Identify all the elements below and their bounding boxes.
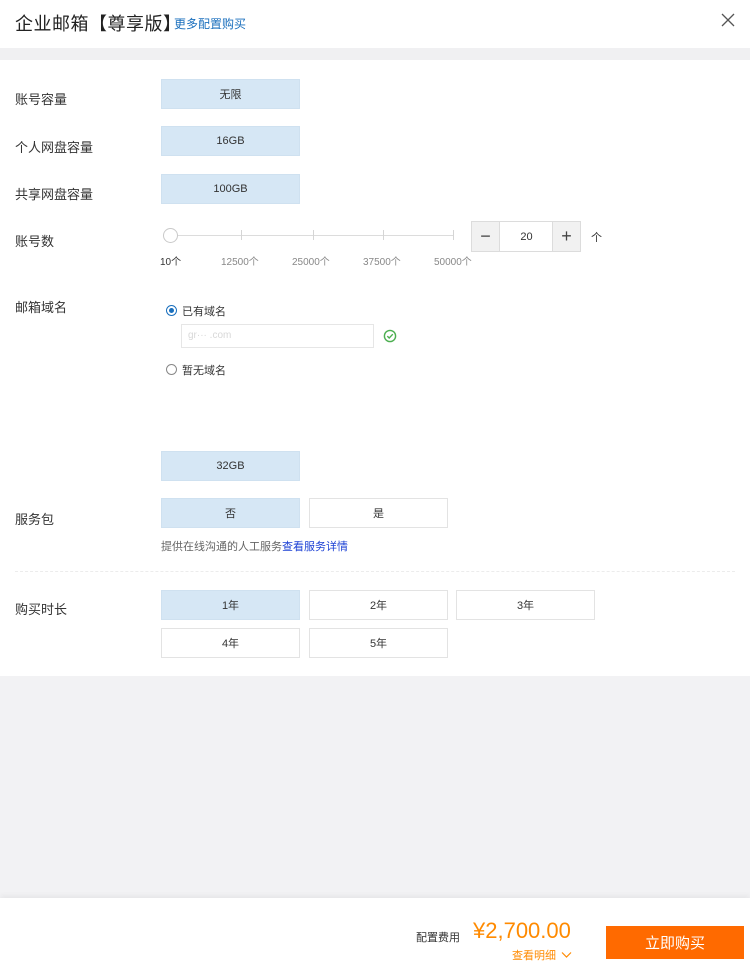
purchase-footer: 配置费用 ¥2,700.00 查看明细 立即购买	[0, 898, 750, 966]
slider-tick-label: 37500个	[363, 257, 401, 268]
slider-tick-label: 25000个	[292, 257, 330, 268]
slider-tick	[241, 230, 242, 240]
shared-disk-label: 共享网盘容量	[15, 187, 94, 202]
slider-thumb[interactable]	[163, 228, 178, 243]
no-domain-label[interactable]: 暂无域名	[182, 362, 226, 378]
account-count-value[interactable]: 20	[501, 222, 552, 251]
duration-label: 购买时长	[15, 602, 68, 617]
domain-label: 邮箱域名	[15, 300, 68, 315]
slider-tick-label: 12500个	[221, 257, 259, 268]
service-option-no[interactable]: 否	[161, 498, 300, 528]
slider-tick-label: 10个	[160, 257, 182, 268]
dialog-title: 企业邮箱【尊享版】	[15, 14, 182, 34]
have-domain-label[interactable]: 已有域名	[182, 303, 226, 319]
radio-no-domain[interactable]	[166, 364, 177, 375]
account-count-slider[interactable]	[163, 228, 455, 244]
service-option-yes[interactable]: 是	[309, 498, 448, 528]
increment-button[interactable]: +	[552, 222, 580, 251]
service-note-text: 提供在线沟通的人工服务	[161, 541, 282, 553]
decrement-button[interactable]: −	[472, 222, 500, 251]
personal-disk-option-16gb[interactable]: 16GB	[161, 126, 300, 156]
header-separator	[0, 48, 750, 60]
dialog-header: 企业邮箱【尊享版】 更多配置购买	[0, 0, 750, 48]
slider-tick-label: 50000个	[434, 257, 472, 268]
account-capacity-option-unlimited[interactable]: 无限	[161, 79, 300, 109]
duration-option-1y[interactable]: 1年	[161, 590, 300, 620]
capacity-option-32gb[interactable]: 32GB	[161, 451, 300, 481]
close-button[interactable]	[718, 10, 738, 30]
fee-value: ¥2,700.00	[473, 918, 571, 943]
slider-tick	[383, 230, 384, 240]
view-detail-link[interactable]: 查看明细	[512, 947, 572, 963]
duration-option-4y[interactable]: 4年	[161, 628, 300, 658]
slider-track	[163, 235, 453, 236]
more-config-link[interactable]: 更多配置购买	[174, 15, 246, 32]
service-label: 服务包	[15, 512, 55, 527]
shared-disk-option-100gb[interactable]: 100GB	[161, 174, 300, 204]
personal-disk-label: 个人网盘容量	[15, 140, 94, 155]
duration-option-5y[interactable]: 5年	[309, 628, 448, 658]
account-count-label: 账号数	[15, 234, 55, 249]
service-note: 提供在线沟通的人工服务查看服务详情	[161, 538, 348, 554]
section-divider	[15, 571, 735, 572]
slider-tick	[453, 230, 454, 240]
account-capacity-label: 账号容量	[15, 92, 68, 107]
close-icon	[721, 13, 735, 27]
chevron-down-icon	[561, 952, 572, 958]
account-count-unit: 个	[591, 232, 602, 244]
buy-now-button[interactable]: 立即购买	[606, 926, 744, 959]
check-circle-icon	[383, 329, 397, 343]
duration-option-2y[interactable]: 2年	[309, 590, 448, 620]
fee-label: 配置费用	[416, 932, 460, 944]
duration-option-3y[interactable]: 3年	[456, 590, 595, 620]
view-detail-label: 查看明细	[512, 950, 556, 962]
slider-tick	[313, 230, 314, 240]
account-count-stepper: − 20 +	[471, 221, 581, 252]
radio-have-domain[interactable]	[166, 305, 177, 316]
domain-input[interactable]: gr··· .com	[181, 324, 374, 348]
config-panel: 账号容量 无限 个人网盘容量 16GB 共享网盘容量 100GB 账号数 10个…	[0, 60, 750, 676]
service-detail-link[interactable]: 查看服务详情	[282, 541, 348, 553]
